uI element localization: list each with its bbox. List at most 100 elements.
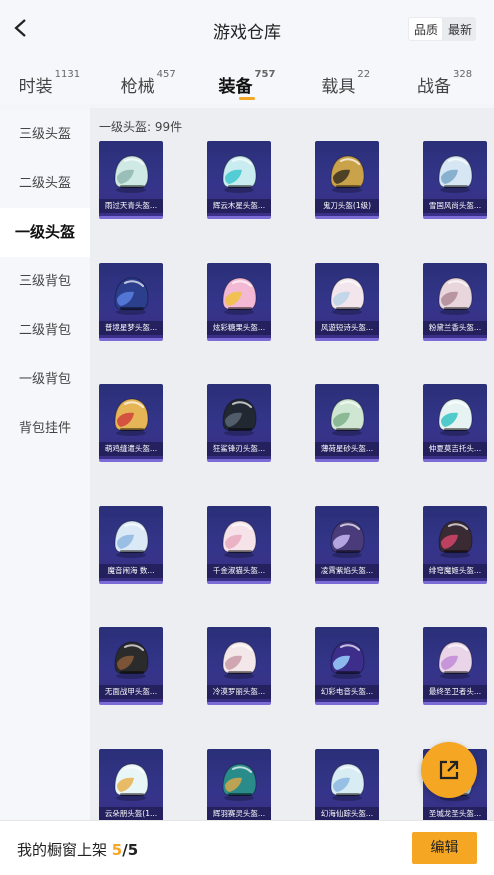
item-card[interactable]: 凌霄紫焰头盔... bbox=[315, 505, 379, 584]
tab-supplies[interactable]: 战备328 bbox=[395, 60, 494, 104]
tab-count: 22 bbox=[357, 69, 371, 80]
tab-count: 1131 bbox=[54, 69, 81, 80]
showcase-label: 我的橱窗上架 bbox=[17, 841, 108, 859]
item-name: 圣城龙圣头盔... bbox=[423, 806, 487, 820]
helmet-icon bbox=[114, 762, 149, 801]
helmet-icon bbox=[222, 276, 257, 315]
item-name: 萌鸡缝遣头盔... bbox=[99, 442, 163, 456]
section-label: 一级头盔: 99件 bbox=[99, 120, 183, 134]
helmet-icon bbox=[330, 398, 365, 436]
item-name: 粉黛兰香头盔... bbox=[423, 320, 487, 335]
item-card[interactable]: 仲夏莫吉托头... bbox=[423, 384, 487, 462]
helmet-icon bbox=[114, 276, 149, 315]
showcase-footer: 我的橱窗上架 5/5 编辑 bbox=[0, 820, 494, 875]
helmet-icon bbox=[438, 155, 473, 193]
item-card[interactable]: 绯穹魔姬头盔... bbox=[423, 505, 487, 584]
helmet-icon bbox=[222, 762, 257, 801]
helmet-icon bbox=[222, 155, 257, 193]
sort-option-quality[interactable]: 品质 bbox=[408, 18, 442, 40]
item-name: 无面战甲头盔... bbox=[99, 685, 163, 699]
item-name: 鬼刀头盔(1级) bbox=[315, 199, 379, 213]
showcase-status: 我的橱窗上架 5/5 bbox=[17, 839, 138, 860]
item-card[interactable]: 雨过天青头盔... bbox=[99, 141, 163, 219]
item-card[interactable]: 冷漠罗丽头盔... bbox=[207, 627, 271, 705]
item-name: 薄荷星砂头盔... bbox=[315, 442, 379, 456]
helmet-icon bbox=[438, 641, 473, 679]
sidebar-item-level2-helmet[interactable]: 二级头盔 bbox=[0, 159, 90, 208]
item-card[interactable]: 鬼刀头盔(1级) bbox=[315, 141, 379, 219]
helmet-icon bbox=[222, 398, 257, 436]
item-name: 凌霄紫焰头盔... bbox=[315, 563, 379, 578]
item-card[interactable]: 魔音闹海 数... bbox=[99, 505, 163, 584]
item-card[interactable]: 辉云木星头盔... bbox=[207, 141, 271, 219]
helmet-icon bbox=[114, 519, 149, 558]
sidebar-item-backpack-pendant[interactable]: 背包挂件 bbox=[0, 404, 90, 453]
item-name: 最终圣卫者头... bbox=[423, 685, 487, 699]
item-name: 冷漠罗丽头盔... bbox=[207, 685, 271, 699]
tab-label: 时装 bbox=[18, 77, 53, 97]
item-name: 幻彩电音头盔... bbox=[315, 685, 379, 699]
item-card[interactable]: 千金淑猫头盔... bbox=[207, 505, 271, 584]
item-card[interactable]: 炫彩糖果头盔... bbox=[207, 262, 271, 341]
active-tab-indicator bbox=[238, 97, 255, 100]
helmet-icon bbox=[330, 276, 365, 315]
sidebar-item-level2-backpack[interactable]: 二级背包 bbox=[0, 306, 90, 355]
sidebar-item-level1-backpack[interactable]: 一级背包 bbox=[0, 355, 90, 404]
item-card[interactable]: 粉黛兰香头盔... bbox=[423, 262, 487, 341]
sort-toggle: 品质 最新 bbox=[407, 17, 476, 41]
showcase-total: 5 bbox=[127, 841, 139, 859]
helmet-icon bbox=[114, 641, 149, 679]
item-name: 魔音闹海 数... bbox=[99, 563, 163, 578]
item-card[interactable]: 最终圣卫者头... bbox=[423, 627, 487, 705]
helmet-icon bbox=[438, 398, 473, 436]
helmet-icon bbox=[330, 519, 365, 558]
item-name: 普境星梦头盔... bbox=[99, 320, 163, 335]
item-name: 辉羽赛灵头盔... bbox=[207, 806, 271, 820]
item-card[interactable]: 辉羽赛灵头盔... bbox=[207, 748, 271, 820]
helmet-icon bbox=[438, 519, 473, 558]
helmet-icon bbox=[330, 762, 365, 801]
item-card[interactable]: 云朵朋头盔(1... bbox=[99, 748, 163, 820]
tab-label: 战备 bbox=[417, 77, 452, 97]
item-name: 雨过天青头盔... bbox=[99, 199, 163, 213]
item-card[interactable]: 狂鲨锋刃头盔... bbox=[207, 384, 271, 462]
sort-option-latest[interactable]: 最新 bbox=[443, 17, 476, 41]
sidebar-item-level1-helmet[interactable]: 一级头盔 bbox=[0, 208, 90, 257]
helmet-icon bbox=[222, 519, 257, 558]
item-card[interactable]: 薄荷星砂头盔... bbox=[315, 384, 379, 462]
item-name: 辉云木星头盔... bbox=[207, 199, 271, 213]
tab-count: 757 bbox=[254, 69, 276, 80]
sidebar-item-level3-helmet[interactable]: 三级头盔 bbox=[0, 110, 90, 159]
item-card[interactable]: 普境星梦头盔... bbox=[99, 262, 163, 341]
item-name: 云朵朋头盔(1... bbox=[99, 806, 163, 820]
helmet-icon bbox=[222, 641, 257, 679]
showcase-count: 5 bbox=[111, 841, 123, 859]
item-name: 仲夏莫吉托头... bbox=[423, 442, 487, 456]
sidebar-item-level3-backpack[interactable]: 三级背包 bbox=[0, 257, 90, 306]
tab-equipment[interactable]: 装备757 bbox=[198, 60, 297, 104]
item-card[interactable]: 风遊短诗头盔... bbox=[315, 262, 379, 341]
tab-label: 装备 bbox=[218, 77, 253, 97]
item-card[interactable]: 幻海仙踪头盔... bbox=[315, 748, 379, 820]
sidebar: 三级头盔 二级头盔 一级头盔 三级背包 二级背包 一级背包 背包挂件 bbox=[0, 110, 90, 820]
item-name: 幻海仙踪头盔... bbox=[315, 806, 379, 820]
helmet-icon bbox=[114, 155, 149, 193]
item-card[interactable]: 幻彩电音头盔... bbox=[315, 627, 379, 705]
edit-button[interactable]: 编辑 bbox=[412, 832, 477, 864]
tab-guns[interactable]: 枪械457 bbox=[99, 60, 198, 104]
helmet-icon bbox=[330, 641, 365, 679]
header: 游戏仓库 品质 最新 bbox=[0, 0, 494, 60]
tab-count: 328 bbox=[453, 69, 473, 80]
tab-fashion[interactable]: 时装1131 bbox=[0, 60, 99, 104]
item-card[interactable]: 雪国风尚头盔... bbox=[423, 141, 487, 219]
helmet-icon bbox=[114, 398, 149, 436]
tab-count: 457 bbox=[156, 69, 176, 80]
item-card[interactable]: 无面战甲头盔... bbox=[99, 627, 163, 705]
item-name: 千金淑猫头盔... bbox=[207, 563, 271, 578]
share-icon bbox=[439, 760, 459, 780]
item-name: 绯穹魔姬头盔... bbox=[423, 563, 487, 578]
item-card[interactable]: 萌鸡缝遣头盔... bbox=[99, 384, 163, 462]
tab-vehicles[interactable]: 载具22 bbox=[296, 60, 395, 104]
share-button[interactable] bbox=[421, 742, 477, 798]
tab-label: 载具 bbox=[321, 77, 356, 97]
